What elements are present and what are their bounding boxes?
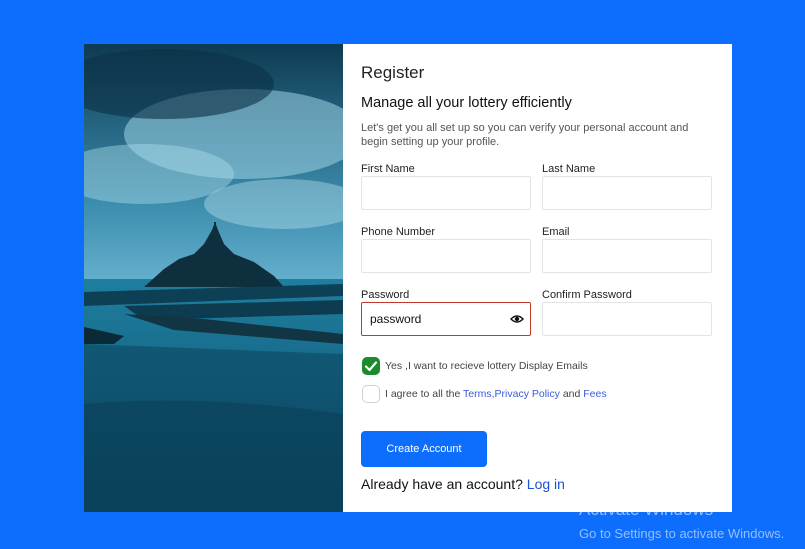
last-name-field[interactable] [542, 176, 712, 210]
email-label: Email [542, 226, 570, 238]
password-field[interactable]: password [361, 302, 531, 336]
phone-label: Phone Number [361, 226, 435, 238]
emails-checkbox[interactable] [362, 357, 380, 375]
register-card: Register Manage all your lottery efficie… [84, 44, 732, 512]
fees-link[interactable]: Fees [583, 388, 606, 400]
terms-checkbox[interactable] [362, 385, 380, 403]
phone-field[interactable] [361, 239, 531, 273]
confirm-password-label: Confirm Password [542, 289, 632, 301]
page-title: Register [361, 63, 425, 82]
create-account-button[interactable]: Create Account [361, 431, 487, 467]
last-name-label: Last Name [542, 163, 596, 175]
page-description: Let's get you all set up so you can veri… [361, 122, 689, 148]
register-form: Register Manage all your lottery efficie… [343, 44, 732, 512]
password-label: Password [361, 289, 410, 301]
privacy-policy-link[interactable]: Privacy Policy [495, 388, 560, 400]
first-name-label: First Name [361, 163, 415, 175]
activate-windows-title: Activate Windows [579, 500, 714, 519]
checkmark-icon [364, 361, 378, 372]
first-name-field[interactable] [361, 176, 531, 210]
terms-link[interactable]: Terms [463, 388, 492, 400]
already-text: Already have an account? [361, 476, 523, 492]
landscape-photo [84, 44, 343, 512]
confirm-password-field[interactable] [542, 302, 712, 336]
page-subtitle: Manage all your lottery efficiently [361, 95, 572, 111]
terms-checkbox-label: I agree to all the Terms,Privacy Policy … [385, 388, 607, 400]
eye-icon[interactable] [510, 313, 524, 325]
emails-checkbox-label: Yes ,I want to recieve lottery Display E… [385, 360, 588, 372]
login-link[interactable]: Log in [527, 476, 565, 492]
email-field[interactable] [542, 239, 712, 273]
mont-saint-michel-image [84, 44, 343, 512]
password-value: password [370, 312, 422, 326]
terms-and: and [559, 388, 584, 400]
terms-prefix: I agree to all the [385, 388, 464, 400]
activate-windows-subtitle: Go to Settings to activate Windows. [579, 526, 785, 541]
login-prompt: Already have an account? Log in [361, 476, 565, 492]
